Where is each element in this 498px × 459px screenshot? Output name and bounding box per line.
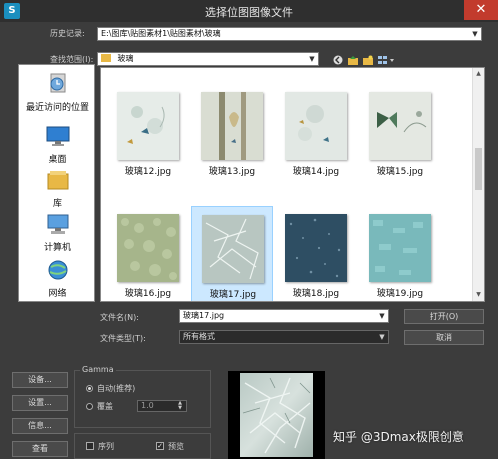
place-recent[interactable]: 最近访问的位置 — [19, 73, 96, 113]
view-button[interactable]: 查看 — [12, 441, 68, 457]
gamma-override-label: 覆盖 — [97, 402, 113, 411]
history-value: E:\图库\贴图素材1\贴图素材\玻璃 — [101, 29, 221, 38]
image-preview — [228, 371, 325, 459]
places-bar: 最近访问的位置 桌面 库 计算机 网络 — [18, 64, 95, 302]
lookin-value: 玻璃 — [117, 54, 134, 63]
file-name: 玻璃14.jpg — [292, 167, 340, 177]
setup-button[interactable]: 设备... — [12, 372, 68, 388]
filetype-select[interactable]: 所有格式 ▼ — [179, 330, 389, 344]
place-network[interactable]: 网络 — [19, 259, 96, 299]
filename-input[interactable]: 玻璃17.jpg ▼ — [179, 309, 389, 323]
open-button[interactable]: 打开(O) — [404, 309, 484, 324]
settings-button[interactable]: 设置... — [12, 395, 68, 411]
gamma-auto-label: 自动(推荐) — [97, 384, 136, 393]
chevron-down-icon[interactable]: ▼ — [376, 331, 388, 343]
chevron-down-icon[interactable]: ▼ — [306, 53, 318, 65]
file-item[interactable]: 玻璃18.jpg — [275, 206, 357, 301]
filename-label: 文件名(N): — [100, 313, 139, 322]
new-folder-icon[interactable] — [363, 55, 373, 65]
options-group — [74, 433, 211, 459]
gamma-group — [74, 370, 211, 428]
file-item[interactable]: 玻璃19.jpg — [359, 206, 441, 301]
preview-label: 预览 — [168, 442, 184, 451]
place-network-label: 网络 — [48, 289, 67, 299]
chevron-down-icon[interactable]: ▼ — [469, 28, 481, 40]
file-thumbnail — [117, 92, 179, 160]
gamma-override-input[interactable]: 1.0 ▲ ▼ — [137, 400, 187, 412]
preview-checkbox[interactable]: ✓ — [156, 442, 164, 450]
computer-icon — [47, 214, 68, 234]
file-name: 玻璃15.jpg — [376, 167, 424, 177]
history-label: 历史记录: — [50, 29, 85, 38]
place-desktop[interactable]: 桌面 — [19, 125, 96, 165]
close-button[interactable]: ✕ — [464, 0, 498, 20]
sequence-checkbox[interactable] — [86, 442, 94, 450]
place-library-label: 库 — [52, 199, 62, 209]
preview-crackle-glass-image — [240, 373, 313, 457]
file-name: 玻璃18.jpg — [292, 289, 340, 299]
gamma-override-radio[interactable] — [86, 403, 93, 410]
file-name: 玻璃16.jpg — [124, 289, 172, 299]
place-recent-label: 最近访问的位置 — [25, 103, 89, 113]
vertical-scrollbar[interactable]: ▲ ▼ — [472, 68, 484, 301]
library-icon — [47, 171, 68, 190]
folder-icon — [101, 54, 111, 62]
file-thumbnail — [285, 92, 347, 160]
file-thumbnail — [285, 214, 347, 282]
desktop-icon — [46, 126, 69, 146]
recent-places-icon — [50, 73, 65, 93]
file-item[interactable]: 玻璃12.jpg — [107, 84, 189, 184]
scroll-thumb[interactable] — [475, 148, 482, 190]
filename-value: 玻璃17.jpg — [183, 311, 225, 320]
watermark-text: 知乎 @3Dmax极限创意 — [333, 430, 464, 444]
history-combo[interactable]: E:\图库\贴图素材1\贴图素材\玻璃 ▼ — [97, 27, 482, 41]
file-item[interactable]: 玻璃13.jpg — [191, 84, 273, 184]
scroll-up-icon[interactable]: ▲ — [473, 68, 484, 80]
view-menu-icon[interactable] — [378, 55, 396, 65]
gamma-title: Gamma — [80, 365, 116, 374]
window-title: 选择位图图像文件 — [205, 6, 293, 19]
place-computer[interactable]: 计算机 — [19, 213, 96, 253]
back-icon[interactable] — [333, 55, 343, 65]
file-item[interactable]: 玻璃17.jpg — [191, 206, 273, 301]
file-name: 玻璃12.jpg — [124, 167, 172, 177]
up-folder-icon[interactable] — [348, 55, 358, 65]
sequence-label: 序列 — [98, 442, 114, 451]
file-name: 玻璃17.jpg — [209, 290, 257, 300]
filetype-label: 文件类型(T): — [100, 334, 146, 343]
info-button[interactable]: 信息... — [12, 418, 68, 434]
gamma-override-value: 1.0 — [141, 401, 154, 410]
file-item[interactable]: 玻璃16.jpg — [107, 206, 189, 301]
file-thumbnail — [117, 214, 179, 282]
file-thumbnail — [201, 92, 263, 160]
lookin-combo[interactable]: 玻璃 ▼ — [97, 52, 319, 66]
file-name: 玻璃19.jpg — [376, 289, 424, 299]
gamma-auto-radio[interactable] — [86, 385, 93, 392]
file-item[interactable]: 玻璃14.jpg — [275, 84, 357, 184]
file-thumbnail — [202, 215, 264, 283]
file-list[interactable]: 玻璃12.jpg 玻璃13.jpg 玻璃14.jpg 玻璃15.jpg 玻璃16.jpg… — [100, 67, 485, 302]
place-library[interactable]: 库 — [19, 169, 96, 209]
cancel-button[interactable]: 取消 — [404, 330, 484, 345]
scroll-down-icon[interactable]: ▼ — [473, 289, 484, 301]
file-item[interactable]: 玻璃15.jpg — [359, 84, 441, 184]
file-name: 玻璃13.jpg — [208, 167, 256, 177]
title-bar: S 选择位图图像文件 ✕ — [0, 0, 498, 22]
spinner-icon[interactable]: ▲ ▼ — [174, 401, 186, 411]
network-icon — [48, 260, 67, 280]
filetype-value: 所有格式 — [183, 332, 215, 341]
place-desktop-label: 桌面 — [48, 155, 67, 165]
place-computer-label: 计算机 — [43, 243, 71, 253]
file-thumbnail — [369, 92, 431, 160]
chevron-down-icon[interactable]: ▼ — [376, 310, 388, 322]
file-thumbnail — [369, 214, 431, 282]
